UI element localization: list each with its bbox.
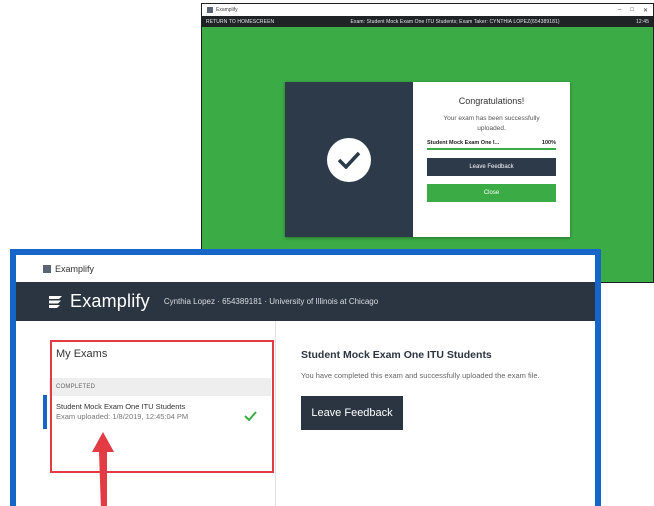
selected-indicator [43, 395, 47, 429]
app-icon [207, 7, 213, 13]
brand-name: Examplify [70, 291, 150, 311]
maximize-icon[interactable]: □ [630, 7, 634, 14]
progress-bar [427, 148, 556, 150]
close-window-icon[interactable]: ✕ [643, 7, 648, 14]
dialog-heading: Congratulations! [458, 96, 525, 106]
app-icon [43, 264, 51, 273]
main-window-titlebar: Examplify [16, 255, 595, 282]
exam-detail-heading: Student Mock Exam One ITU Students [301, 349, 492, 361]
leave-feedback-button[interactable]: Leave Feedback [427, 158, 556, 176]
exam-info: Exam: Student Mock Exam One ITU Students… [350, 18, 560, 25]
exam-detail-panel: Student Mock Exam One ITU Students You h… [276, 321, 595, 506]
clock: 12:45 [635, 18, 649, 25]
upload-window-title: Examplify [216, 7, 238, 13]
annotation-arrow-icon [92, 432, 114, 506]
dialog-icon-panel [285, 82, 413, 237]
main-window-title: Examplify [55, 263, 95, 274]
dialog-message: Your exam has been successfully uploaded… [443, 115, 540, 132]
app-header: Examplify Cynthia Lopez · 654389181 · Un… [16, 282, 595, 321]
minimize-icon[interactable]: – [618, 7, 621, 14]
main-content: My Exams COMPLETED Student Mock Exam One… [16, 321, 595, 506]
dialog-body: Congratulations! Your exam has been succ… [413, 82, 570, 237]
user-info: Cynthia Lopez · 654389181 · University o… [163, 297, 379, 306]
exams-sidebar: My Exams COMPLETED Student Mock Exam One… [16, 321, 276, 506]
exam-detail-description: You have completed this exam and success… [301, 371, 540, 380]
progress-label: Student Mock Exam One I... [427, 140, 500, 146]
upload-success-dialog: Congratulations! Your exam has been succ… [285, 82, 570, 237]
checkmark-icon [327, 137, 371, 182]
close-button[interactable]: Close [427, 184, 556, 202]
annotation-highlight-box [50, 340, 274, 473]
my-exams-window: Examplify Examplify Cynthia Lopez · 6543… [10, 249, 601, 506]
upload-progress-row: Student Mock Exam One I... 100% [427, 140, 556, 146]
return-to-homescreen-link[interactable]: RETURN TO HOMESCREEN [206, 19, 274, 25]
leave-feedback-button[interactable]: Leave Feedback [301, 396, 403, 430]
progress-bar-fill [427, 148, 556, 150]
upload-complete-window: Examplify – □ ✕ RETURN TO HOMESCREEN Exa… [201, 3, 654, 283]
examplify-logo-icon [49, 295, 62, 308]
progress-percent: 100% [541, 140, 556, 146]
upload-window-titlebar: Examplify – □ ✕ [202, 4, 653, 16]
exam-topbar: RETURN TO HOMESCREEN Exam: Student Mock … [202, 16, 653, 27]
